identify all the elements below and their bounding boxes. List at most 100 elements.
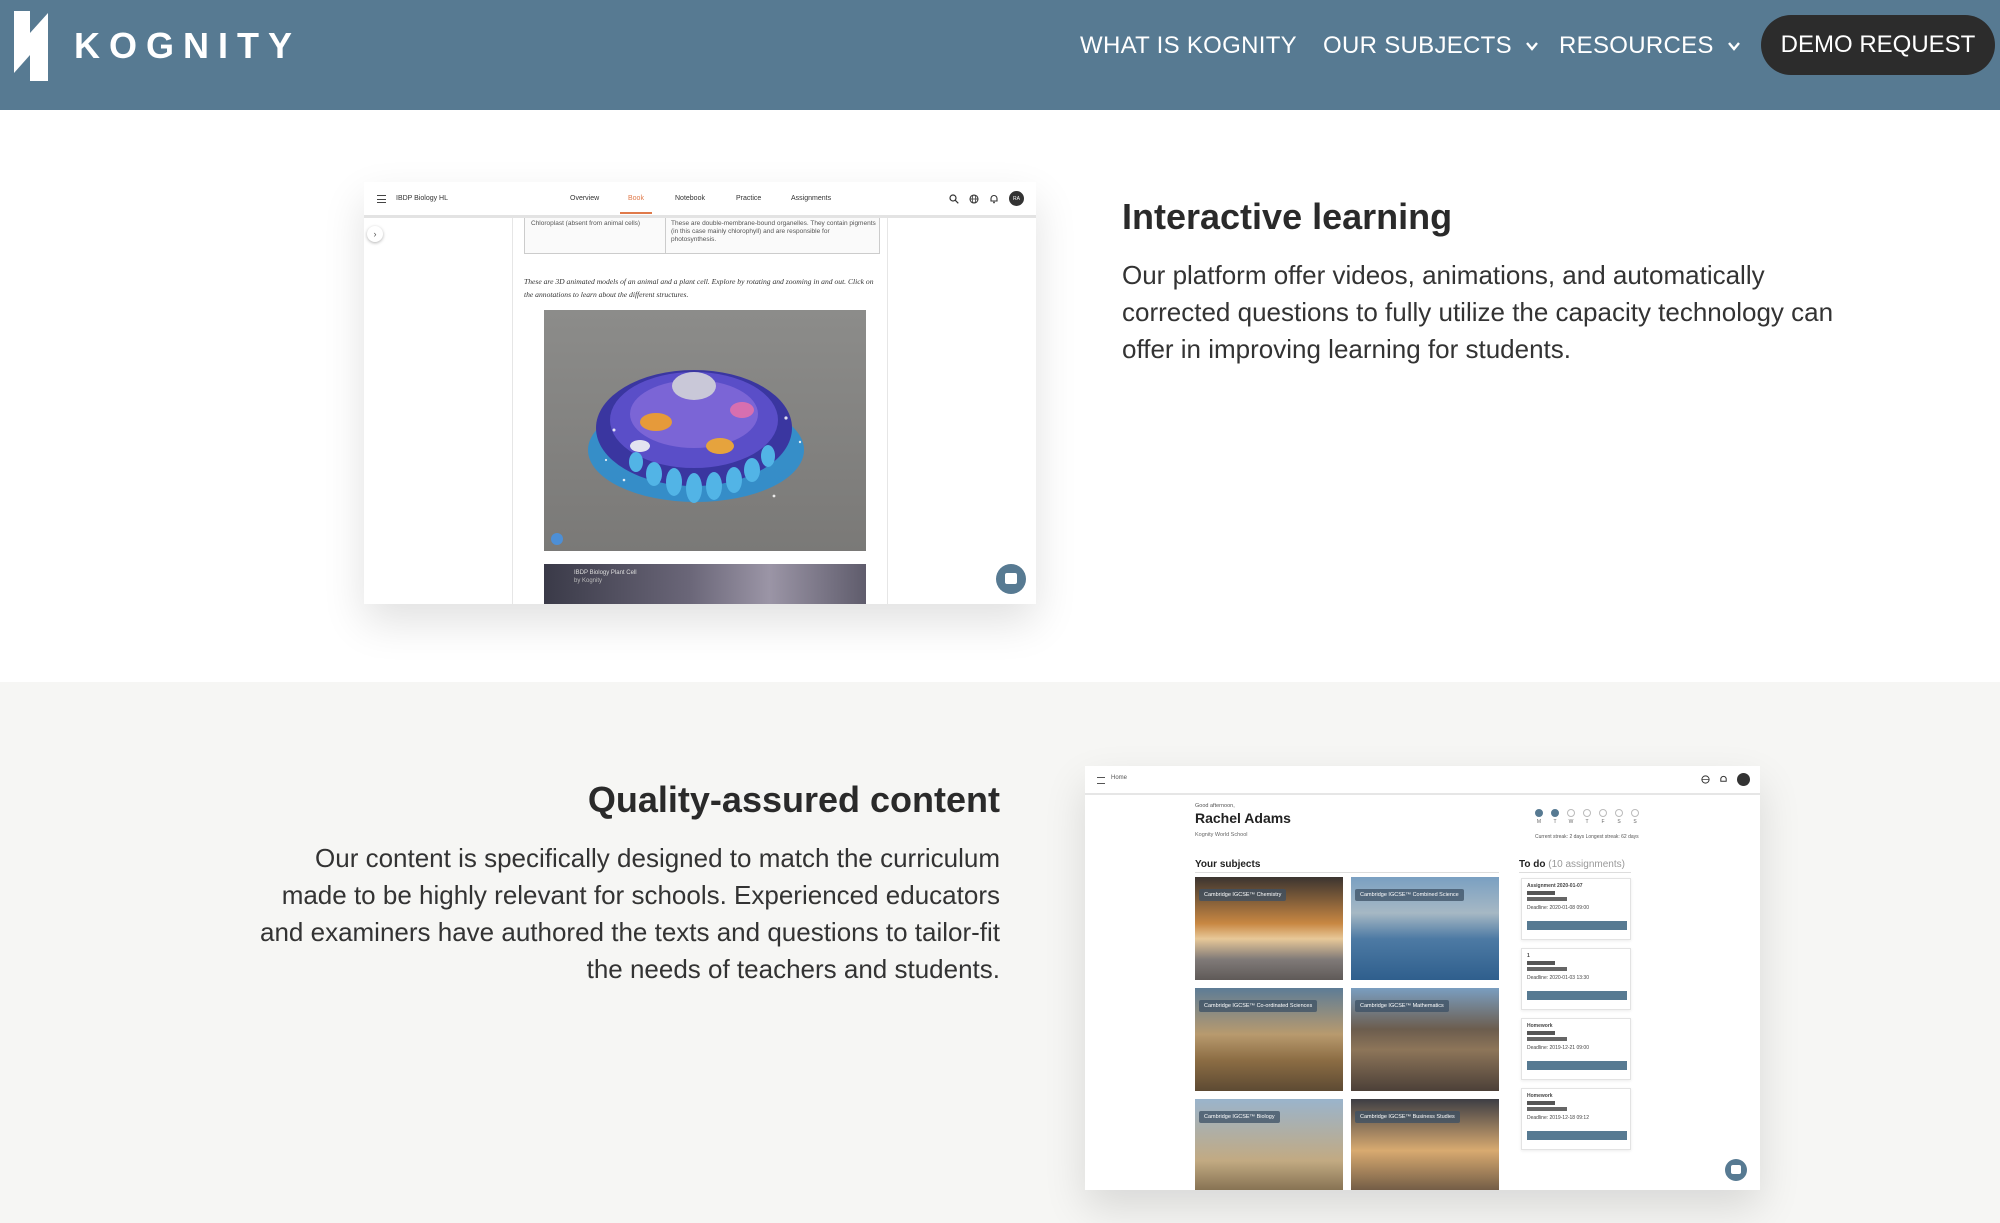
kognity-logo[interactable]: KOGNITY [14,10,301,82]
todo-heading-label: To do [1519,859,1546,870]
top-navigation-bar: KOGNITY WHAT IS KOGNITY OUR SUBJECTS RES… [0,0,2000,110]
chevron-right-icon: › [367,226,383,242]
chevron-down-icon [1526,42,1538,51]
streak-day-label: F [1601,819,1605,825]
avatar: RA [1009,191,1024,206]
subject-card-label: Cambridge IGCSE™ Business Studies [1355,1111,1460,1123]
tab-overview: Overview [570,195,600,202]
todo-title: Homework [1527,1023,1553,1029]
nav-what-is-kognity-label: WHAT IS KOGNITY [1080,32,1297,59]
bell-icon [990,194,998,203]
todo-item: 1 Deadline: 2020-01-03 13:30 [1521,948,1631,1010]
todo-tag [1527,1037,1567,1041]
animal-cell-illustration-icon [588,370,804,503]
streak-day: S [1615,809,1623,825]
todo-tag [1527,891,1555,895]
check-icon [1535,809,1543,817]
video-player: IBDP Biology Plant Cell by Kognity [544,564,866,604]
3d-cell-model [544,310,866,551]
course-title: IBDP Biology HL [396,195,449,202]
nav-resources[interactable]: RESOURCES [1559,26,1742,66]
streak-day-label: T [1585,819,1589,825]
subject-card-label: Cambridge IGCSE™ Mathematics [1355,1000,1449,1012]
subject-card: Cambridge IGCSE™ Co-ordinated Sciences [1195,988,1343,1091]
streak-day: S [1631,809,1639,825]
app-toolbar-icons [1701,773,1750,786]
nav-resources-label: RESOURCES [1559,32,1714,59]
streak-summary: Current streak: 2 days Longest streak: 6… [1535,834,1639,840]
todo-button [1527,1061,1627,1070]
tab-assignments: Assignments [791,195,832,202]
streak-day-label: M [1536,819,1542,825]
globe-icon [969,193,979,204]
chevron-down-icon [1727,42,1740,51]
streak-day: T [1551,809,1559,825]
circle-icon [1631,809,1639,817]
chat-icon [996,564,1026,594]
todo-count: (10 assignments) [1548,859,1625,870]
quality-content-text: Our content is specifically designed to … [260,843,1000,984]
todo-item: Homework Deadline: 2019-12-21 09:00 [1521,1018,1631,1080]
school-name: Kognity World School [1195,832,1248,838]
app-top-bar: Home [1085,766,1760,795]
streak-day-label: T [1553,819,1557,825]
app-sidebar [364,218,512,604]
nav-what-is-kognity[interactable]: WHAT IS KOGNITY [1080,26,1297,66]
todo-tag [1527,1107,1567,1111]
search-icon [949,193,959,204]
tab-book: Book [620,195,652,214]
todo-deadline: Deadline: 2019-12-18 09:12 [1527,1115,1589,1121]
todo-title: Assignment 2020-01-07 [1527,883,1583,889]
globe-icon [1701,775,1710,784]
streak-day-label: S [1633,819,1637,825]
video-author: by Kognity [574,578,603,584]
streak-day: T [1583,809,1591,825]
streak-day: M [1535,809,1543,825]
streak-day-label: S [1617,819,1621,825]
todo-deadline: Deadline: 2020-01-03 13:30 [1527,975,1589,981]
chat-icon [1725,1159,1747,1181]
video-title: IBDP Biology Plant Cell [574,570,637,576]
quality-content-heading: Quality-assured content [587,779,1000,820]
streak-day-label: W [1568,819,1574,825]
interactive-learning-heading: Interactive learning [1122,196,1453,237]
subject-card: Cambridge IGCSE™ Chemistry [1195,877,1343,980]
model-info-icon [551,533,563,545]
user-name: Rachel Adams [1195,810,1291,826]
todo-title: 1 [1527,953,1530,959]
todo-button [1527,991,1627,1000]
subject-card-label: Cambridge IGCSE™ Biology [1199,1111,1280,1123]
todo-item: Homework Deadline: 2019-12-18 09:12 [1521,1088,1631,1150]
todo-item: Assignment 2020-01-07 Deadline: 2020-01-… [1521,878,1631,940]
todo-tag [1527,1101,1555,1105]
todo-button [1527,921,1627,930]
nav-our-subjects[interactable]: OUR SUBJECTS [1323,26,1540,66]
breadcrumb: Home [1111,775,1128,781]
todo-tag [1527,961,1555,965]
todo-tag [1527,1031,1555,1035]
app-top-bar: IBDP Biology HL Overview Book Notebook P… [364,182,1036,218]
todo-tag [1527,897,1567,901]
subject-card: Cambridge IGCSE™ Business Studies [1351,1099,1499,1190]
circle-icon [1599,809,1607,817]
kognity-logo-mark-icon [14,11,48,81]
avatar [1737,773,1750,786]
subject-card-label: Cambridge IGCSE™ Combined Science [1355,889,1464,901]
subject-card-label: Cambridge IGCSE™ Co-ordinated Sciences [1199,1000,1318,1012]
book-page: Chloroplast (absent from animal cells) T… [512,218,888,604]
table-cell: These are double-membrane-bound organell… [671,220,876,243]
greeting: Good afternoon, [1195,803,1235,809]
bell-icon [1720,775,1727,782]
demo-request-button[interactable]: DEMO REQUEST [1761,15,1995,75]
todo-button [1527,1131,1627,1140]
subject-card-label: Cambridge IGCSE™ Chemistry [1199,889,1287,901]
check-icon [1551,809,1559,817]
hamburger-menu-icon [1097,777,1105,784]
todo-tag [1527,967,1567,971]
divider [1519,872,1631,873]
circle-icon [1615,809,1623,817]
interactive-learning-text: Our platform offer videos, animations, a… [1122,260,1834,364]
app-toolbar-icons: RA [949,191,1024,206]
subject-card: Cambridge IGCSE™ Biology [1195,1099,1343,1190]
circle-icon [1583,809,1591,817]
